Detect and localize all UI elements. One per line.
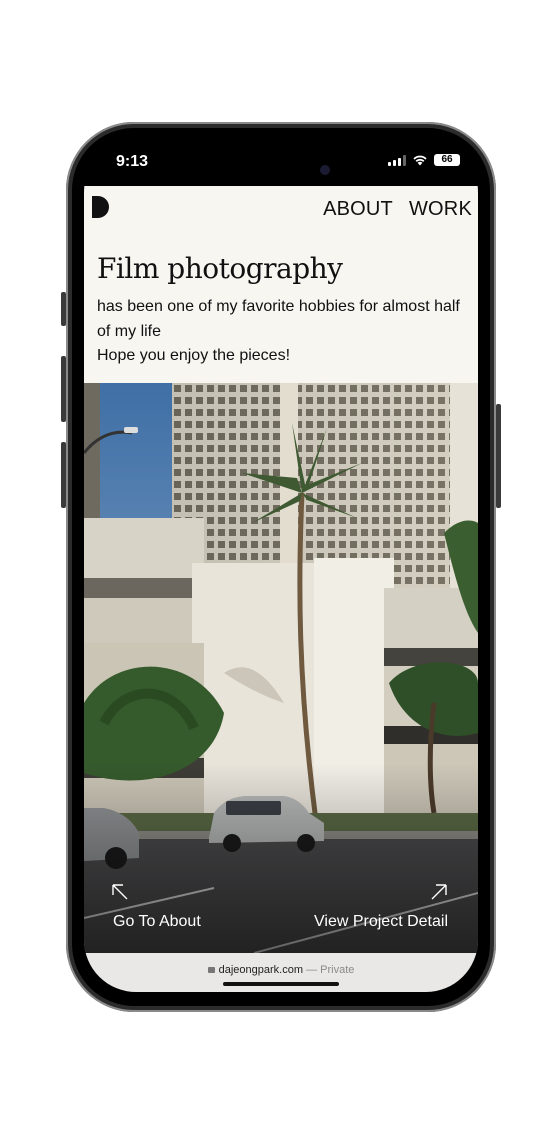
private-label: — Private bbox=[306, 964, 355, 976]
mute-switch bbox=[61, 292, 66, 326]
status-icons: 66 bbox=[388, 154, 460, 166]
description-line-2: Hope you enjoy the pieces! bbox=[97, 347, 291, 364]
battery-icon: 66 bbox=[434, 154, 460, 166]
power-button bbox=[496, 404, 501, 508]
volume-down-button bbox=[61, 442, 66, 508]
arrow-up-right-icon bbox=[431, 884, 447, 900]
front-camera bbox=[320, 165, 330, 175]
page-description: has been one of my favorite hobbies for … bbox=[97, 295, 472, 369]
status-bar: 9:13 66 bbox=[84, 140, 478, 188]
nav-work-link[interactable]: WORK bbox=[409, 198, 472, 221]
cellular-signal-icon bbox=[388, 154, 406, 166]
arrow-up-left-icon bbox=[112, 884, 128, 900]
url-display[interactable]: dajeongpark.com — Private bbox=[84, 964, 478, 976]
go-to-about-link[interactable]: Go To About bbox=[113, 913, 201, 931]
browser-address-bar[interactable]: dajeongpark.com — Private bbox=[84, 953, 478, 992]
phone-screen: 9:13 66 ABOUT WORK Film photography has … bbox=[84, 140, 478, 992]
site-header-section: ABOUT WORK Film photography has been one… bbox=[84, 186, 478, 383]
wifi-icon bbox=[413, 155, 427, 166]
photo-illustration bbox=[84, 383, 478, 953]
home-indicator[interactable] bbox=[223, 982, 339, 986]
description-line-1: has been one of my favorite hobbies for … bbox=[97, 298, 460, 340]
volume-up-button bbox=[61, 356, 66, 422]
nav-about-link[interactable]: ABOUT bbox=[323, 198, 393, 221]
page-title: Film photography bbox=[97, 252, 343, 285]
film-photo[interactable]: Go To About View Project Detail bbox=[84, 383, 478, 953]
view-project-detail-link[interactable]: View Project Detail bbox=[314, 913, 448, 931]
url-domain: dajeongpark.com bbox=[218, 964, 304, 976]
lock-icon bbox=[207, 967, 215, 973]
status-time: 9:13 bbox=[116, 153, 149, 170]
site-logo[interactable] bbox=[92, 196, 109, 218]
site-nav: ABOUT WORK bbox=[323, 198, 472, 221]
